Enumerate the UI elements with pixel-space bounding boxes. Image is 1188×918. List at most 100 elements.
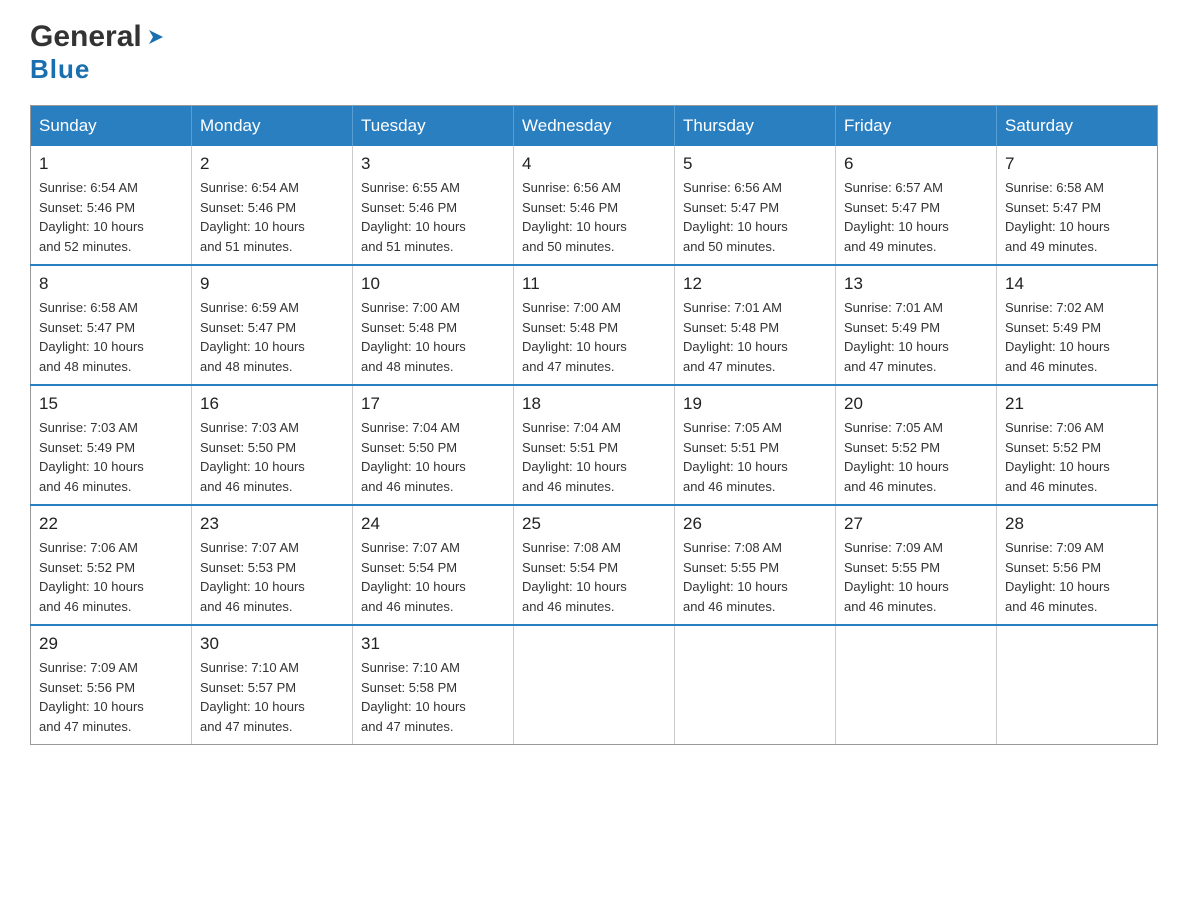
calendar-cell: 10 Sunrise: 7:00 AMSunset: 5:48 PMDayligh… [353,265,514,385]
calendar-cell: 1 Sunrise: 6:54 AMSunset: 5:46 PMDaylight… [31,146,192,265]
day-number: 31 [361,634,505,654]
calendar-week-row: 8 Sunrise: 6:58 AMSunset: 5:47 PMDaylight… [31,265,1158,385]
day-info: Sunrise: 7:07 AMSunset: 5:53 PMDaylight:… [200,538,344,616]
calendar-cell [836,625,997,745]
day-number: 28 [1005,514,1149,534]
day-info: Sunrise: 7:00 AMSunset: 5:48 PMDaylight:… [361,298,505,376]
calendar-cell: 29 Sunrise: 7:09 AMSunset: 5:56 PMDayligh… [31,625,192,745]
day-info: Sunrise: 7:03 AMSunset: 5:50 PMDaylight:… [200,418,344,496]
col-header-thursday: Thursday [675,106,836,147]
calendar-cell [675,625,836,745]
calendar-cell: 6 Sunrise: 6:57 AMSunset: 5:47 PMDaylight… [836,146,997,265]
day-info: Sunrise: 7:02 AMSunset: 5:49 PMDaylight:… [1005,298,1149,376]
calendar-cell: 22Sunrise: 7:06 AMSunset: 5:52 PMDayligh… [31,505,192,625]
day-number: 14 [1005,274,1149,294]
day-number: 16 [200,394,344,414]
calendar-cell: 18 Sunrise: 7:04 AMSunset: 5:51 PMDayligh… [514,385,675,505]
calendar-cell: 25 Sunrise: 7:08 AMSunset: 5:54 PMDayligh… [514,505,675,625]
day-info: Sunrise: 6:59 AMSunset: 5:47 PMDaylight:… [200,298,344,376]
calendar-week-row: 22Sunrise: 7:06 AMSunset: 5:52 PMDayligh… [31,505,1158,625]
col-header-saturday: Saturday [997,106,1158,147]
day-number: 10 [361,274,505,294]
day-info: Sunrise: 6:54 AMSunset: 5:46 PMDaylight:… [39,178,183,256]
day-number: 25 [522,514,666,534]
day-info: Sunrise: 7:08 AMSunset: 5:55 PMDaylight:… [683,538,827,616]
logo: General Blue [30,20,167,85]
calendar-week-row: 15 Sunrise: 7:03 AMSunset: 5:49 PMDayligh… [31,385,1158,505]
calendar-cell: 5 Sunrise: 6:56 AMSunset: 5:47 PMDaylight… [675,146,836,265]
day-info: Sunrise: 7:06 AMSunset: 5:52 PMDaylight:… [1005,418,1149,496]
calendar-cell [514,625,675,745]
calendar-cell: 21 Sunrise: 7:06 AMSunset: 5:52 PMDayligh… [997,385,1158,505]
col-header-friday: Friday [836,106,997,147]
col-header-tuesday: Tuesday [353,106,514,147]
day-info: Sunrise: 7:10 AMSunset: 5:57 PMDaylight:… [200,658,344,736]
day-info: Sunrise: 7:00 AMSunset: 5:48 PMDaylight:… [522,298,666,376]
day-info: Sunrise: 7:07 AMSunset: 5:54 PMDaylight:… [361,538,505,616]
logo-general-text: General [30,20,142,54]
calendar-cell: 8 Sunrise: 6:58 AMSunset: 5:47 PMDaylight… [31,265,192,385]
day-number: 21 [1005,394,1149,414]
day-number: 11 [522,274,666,294]
day-number: 13 [844,274,988,294]
day-number: 17 [361,394,505,414]
calendar-cell: 30 Sunrise: 7:10 AMSunset: 5:57 PMDayligh… [192,625,353,745]
calendar-cell: 17 Sunrise: 7:04 AMSunset: 5:50 PMDayligh… [353,385,514,505]
col-header-wednesday: Wednesday [514,106,675,147]
day-number: 1 [39,154,183,174]
day-number: 18 [522,394,666,414]
calendar-cell: 7 Sunrise: 6:58 AMSunset: 5:47 PMDaylight… [997,146,1158,265]
calendar-cell: 9 Sunrise: 6:59 AMSunset: 5:47 PMDaylight… [192,265,353,385]
calendar-table: SundayMondayTuesdayWednesdayThursdayFrid… [30,105,1158,745]
day-info: Sunrise: 7:01 AMSunset: 5:49 PMDaylight:… [844,298,988,376]
calendar-cell: 14 Sunrise: 7:02 AMSunset: 5:49 PMDayligh… [997,265,1158,385]
calendar-header-row: SundayMondayTuesdayWednesdayThursdayFrid… [31,106,1158,147]
calendar-cell: 16 Sunrise: 7:03 AMSunset: 5:50 PMDayligh… [192,385,353,505]
calendar-cell: 19Sunrise: 7:05 AMSunset: 5:51 PMDayligh… [675,385,836,505]
day-number: 5 [683,154,827,174]
day-number: 24 [361,514,505,534]
day-number: 7 [1005,154,1149,174]
day-info: Sunrise: 7:04 AMSunset: 5:50 PMDaylight:… [361,418,505,496]
day-info: Sunrise: 7:10 AMSunset: 5:58 PMDaylight:… [361,658,505,736]
day-number: 9 [200,274,344,294]
day-number: 2 [200,154,344,174]
day-info: Sunrise: 6:56 AMSunset: 5:47 PMDaylight:… [683,178,827,256]
day-info: Sunrise: 6:55 AMSunset: 5:46 PMDaylight:… [361,178,505,256]
calendar-cell: 13 Sunrise: 7:01 AMSunset: 5:49 PMDayligh… [836,265,997,385]
calendar-cell [997,625,1158,745]
day-info: Sunrise: 6:58 AMSunset: 5:47 PMDaylight:… [1005,178,1149,256]
calendar-cell: 2Sunrise: 6:54 AMSunset: 5:46 PMDaylight… [192,146,353,265]
day-number: 8 [39,274,183,294]
logo-arrow-icon [145,26,167,53]
day-info: Sunrise: 7:03 AMSunset: 5:49 PMDaylight:… [39,418,183,496]
calendar-cell: 11 Sunrise: 7:00 AMSunset: 5:48 PMDayligh… [514,265,675,385]
calendar-cell: 12Sunrise: 7:01 AMSunset: 5:48 PMDayligh… [675,265,836,385]
day-number: 12 [683,274,827,294]
calendar-cell: 4Sunrise: 6:56 AMSunset: 5:46 PMDaylight… [514,146,675,265]
day-info: Sunrise: 6:57 AMSunset: 5:47 PMDaylight:… [844,178,988,256]
calendar-cell: 26Sunrise: 7:08 AMSunset: 5:55 PMDayligh… [675,505,836,625]
day-info: Sunrise: 7:05 AMSunset: 5:52 PMDaylight:… [844,418,988,496]
day-info: Sunrise: 7:09 AMSunset: 5:55 PMDaylight:… [844,538,988,616]
day-number: 22 [39,514,183,534]
day-number: 29 [39,634,183,654]
day-number: 30 [200,634,344,654]
calendar-cell: 24 Sunrise: 7:07 AMSunset: 5:54 PMDayligh… [353,505,514,625]
day-info: Sunrise: 7:08 AMSunset: 5:54 PMDaylight:… [522,538,666,616]
calendar-cell: 15 Sunrise: 7:03 AMSunset: 5:49 PMDayligh… [31,385,192,505]
calendar-cell: 27 Sunrise: 7:09 AMSunset: 5:55 PMDayligh… [836,505,997,625]
calendar-cell: 20 Sunrise: 7:05 AMSunset: 5:52 PMDayligh… [836,385,997,505]
calendar-cell: 23Sunrise: 7:07 AMSunset: 5:53 PMDayligh… [192,505,353,625]
day-number: 19 [683,394,827,414]
day-info: Sunrise: 7:09 AMSunset: 5:56 PMDaylight:… [39,658,183,736]
day-number: 15 [39,394,183,414]
day-number: 4 [522,154,666,174]
day-number: 20 [844,394,988,414]
logo-blue-text: Blue [30,54,90,85]
day-info: Sunrise: 7:09 AMSunset: 5:56 PMDaylight:… [1005,538,1149,616]
day-info: Sunrise: 6:58 AMSunset: 5:47 PMDaylight:… [39,298,183,376]
day-number: 27 [844,514,988,534]
day-number: 6 [844,154,988,174]
day-info: Sunrise: 7:04 AMSunset: 5:51 PMDaylight:… [522,418,666,496]
